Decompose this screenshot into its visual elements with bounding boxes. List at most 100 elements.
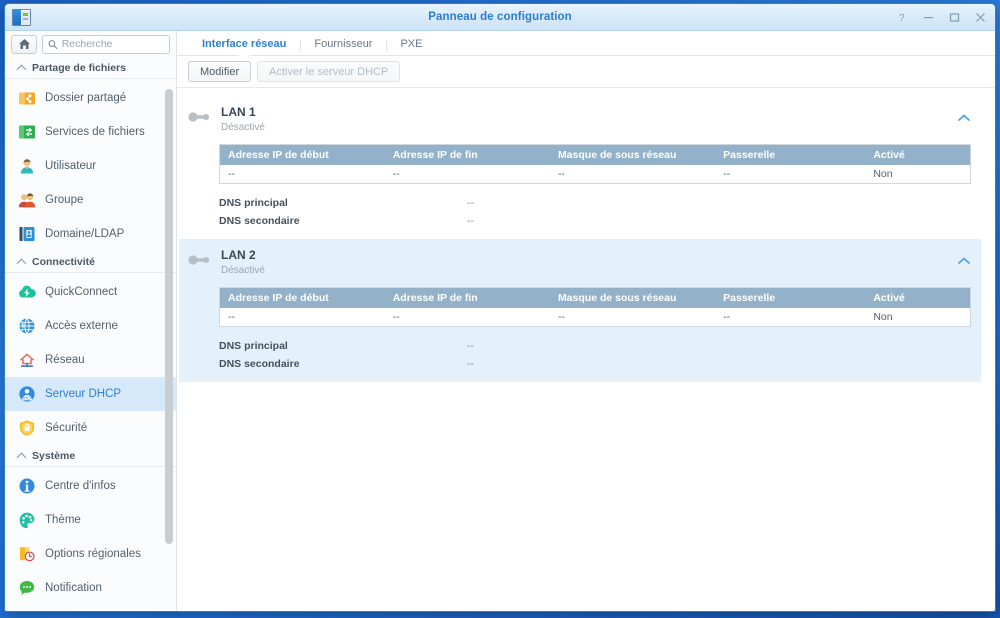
sidebar-toolbar <box>5 31 176 57</box>
sidebar-item-domaine-ldap[interactable]: Domaine/LDAP <box>5 217 176 251</box>
sidebar-item-centre-d-infos[interactable]: Centre d'infos <box>5 469 176 503</box>
sidebar-item-serveur-dhcp[interactable]: DHCP Serveur DHCP <box>5 377 176 411</box>
dns-primary-row: DNS principal -- <box>219 194 981 212</box>
sidebar-scroll-area: Partage de fichiers Dossier partagé Servic… <box>5 57 176 611</box>
sidebar-item-dossier-partag[interactable]: Dossier partagé <box>5 81 176 115</box>
chevron-up-icon <box>17 257 26 266</box>
sidebar-item-label: Centre d'infos <box>45 480 116 492</box>
sidebar-item-th-me[interactable]: Thème <box>5 503 176 537</box>
user-icon <box>18 157 36 175</box>
dhcp-server-icon: DHCP <box>19 386 35 402</box>
dns-primary-row: DNS principal -- <box>219 337 981 355</box>
sidebar-item-label: Groupe <box>45 194 84 206</box>
dns-list: DNS principal -- DNS secondaire -- <box>219 194 981 230</box>
sidebar-item-options-r-gionales[interactable]: Options régionales <box>5 537 176 571</box>
sidebar-item-s-curit[interactable]: Sécurité <box>5 411 176 445</box>
svg-text:?: ? <box>899 13 905 23</box>
table-row[interactable]: -- -- -- -- Non <box>219 308 971 327</box>
minimize-icon[interactable] <box>922 11 935 24</box>
sidebar-item-acc-s-externe[interactable]: Accès externe <box>5 309 176 343</box>
table-cell: -- <box>384 308 550 327</box>
sidebar-group-label: Partage de fichiers <box>32 61 126 74</box>
table-header-cell: Adresse IP de début <box>219 287 385 308</box>
sidebar-item-groupe[interactable]: Groupe <box>5 183 176 217</box>
sidebar-item-label: Thème <box>45 514 81 526</box>
tab-pxe[interactable]: PXE <box>386 38 436 55</box>
external-access-icon <box>18 317 36 335</box>
interface-header: LAN 1 Désactivé <box>179 105 981 133</box>
tab-fournisseur[interactable]: Fournisseur <box>300 38 386 55</box>
dns-secondary-label: DNS secondaire <box>219 358 300 370</box>
table-header-row: Adresse IP de début Adresse IP de fin Masq… <box>219 287 971 308</box>
toggle-off-icon[interactable] <box>188 253 212 267</box>
domain-ldap-icon <box>18 225 36 243</box>
enable-dhcp-server-button[interactable]: Activer le serveur DHCP <box>257 61 401 82</box>
table-cell: -- <box>549 308 716 327</box>
sidebar-group-header[interactable]: Partage de fichiers <box>5 57 176 79</box>
content-toolbar: Modifier Activer le serveur DHCP <box>177 56 995 88</box>
edit-button[interactable]: Modifier <box>188 61 252 82</box>
table-header-cell: Activé <box>865 287 971 308</box>
regional-options-icon <box>20 547 35 562</box>
maximize-icon[interactable] <box>948 11 961 24</box>
tab-interface-r-seau[interactable]: Interface réseau <box>188 38 300 55</box>
theme-icon <box>19 512 35 529</box>
sidebar-item-notification[interactable]: Notification <box>5 571 176 605</box>
sidebar-scrollbar-track[interactable] <box>165 61 173 607</box>
sidebar-item-label: Serveur DHCP <box>45 388 122 400</box>
quickconnect-icon <box>18 283 36 301</box>
toggle-off-icon[interactable] <box>188 110 212 124</box>
table-cell: -- <box>384 165 550 184</box>
sidebar-scrollbar-thumb[interactable] <box>165 89 173 544</box>
dns-secondary-row: DNS secondaire -- <box>219 212 981 230</box>
network-interface-panel[interactable]: LAN 2 Désactivé Adresse IP de début Adresse… <box>179 239 981 382</box>
sidebar-group-header[interactable]: Connectivité <box>5 251 176 273</box>
file-services-icon <box>18 123 36 141</box>
dns-secondary-value: -- <box>467 358 474 370</box>
chevron-up-icon[interactable] <box>957 253 971 264</box>
dns-primary-label: DNS principal <box>219 340 288 352</box>
table-cell: -- <box>715 165 866 184</box>
window-body: Partage de fichiers Dossier partagé Servic… <box>5 31 995 611</box>
sidebar-item-utilisateur[interactable]: Utilisateur <box>5 149 176 183</box>
theme-icon <box>18 511 36 529</box>
table-header-cell: Masque de sous réseau <box>549 144 716 165</box>
sidebar-item-quickconnect[interactable]: QuickConnect <box>5 275 176 309</box>
table-cell: Non <box>865 165 971 184</box>
table-header-cell: Adresse IP de début <box>219 144 385 165</box>
table-header-row: Adresse IP de début Adresse IP de fin Masq… <box>219 144 971 165</box>
window-titlebar[interactable]: Panneau de configuration ? <box>5 4 995 31</box>
sidebar-item-services-de-fichiers[interactable]: Services de fichiers <box>5 115 176 149</box>
search-icon <box>48 39 58 49</box>
dns-secondary-label: DNS secondaire <box>219 215 300 227</box>
notification-icon <box>18 579 36 597</box>
dhcp-server-icon: DHCP <box>18 385 36 403</box>
sidebar-item-r-seau[interactable]: Réseau <box>5 343 176 377</box>
home-button[interactable] <box>11 34 37 54</box>
sidebar-group-header[interactable]: Système <box>5 445 176 467</box>
search-input[interactable] <box>61 38 164 50</box>
table-header-cell: Activé <box>865 144 971 165</box>
chevron-up-icon[interactable] <box>957 110 971 121</box>
sidebar-item-label: Options régionales <box>45 548 141 560</box>
table-header-cell: Passerelle <box>715 287 866 308</box>
sidebar-item-list: Partage de fichiers Dossier partagé Servic… <box>5 57 176 611</box>
dns-list: DNS principal -- DNS secondaire -- <box>219 337 981 373</box>
table-cell: -- <box>549 165 716 184</box>
network-icon <box>19 353 35 367</box>
interface-status: Désactivé <box>221 122 265 133</box>
table-header-cell: Passerelle <box>715 144 866 165</box>
network-interface-panel[interactable]: LAN 1 Désactivé Adresse IP de début Adresse… <box>179 96 981 239</box>
sidebar-item-label: Dossier partagé <box>45 92 127 104</box>
table-row[interactable]: -- -- -- -- Non <box>219 165 971 184</box>
network-interface-list: LAN 1 Désactivé Adresse IP de début Adresse… <box>177 88 995 611</box>
search-input-wrapper[interactable] <box>42 34 170 54</box>
table-cell: -- <box>715 308 866 327</box>
help-icon[interactable]: ? <box>896 11 909 24</box>
sidebar-group-label: Connectivité <box>32 255 96 268</box>
dhcp-scope-table: Adresse IP de début Adresse IP de fin Masq… <box>219 287 971 327</box>
security-icon <box>20 420 34 436</box>
close-icon[interactable] <box>974 11 987 24</box>
file-services-icon <box>19 125 35 139</box>
page-title: Panneau de configuration <box>428 11 572 23</box>
